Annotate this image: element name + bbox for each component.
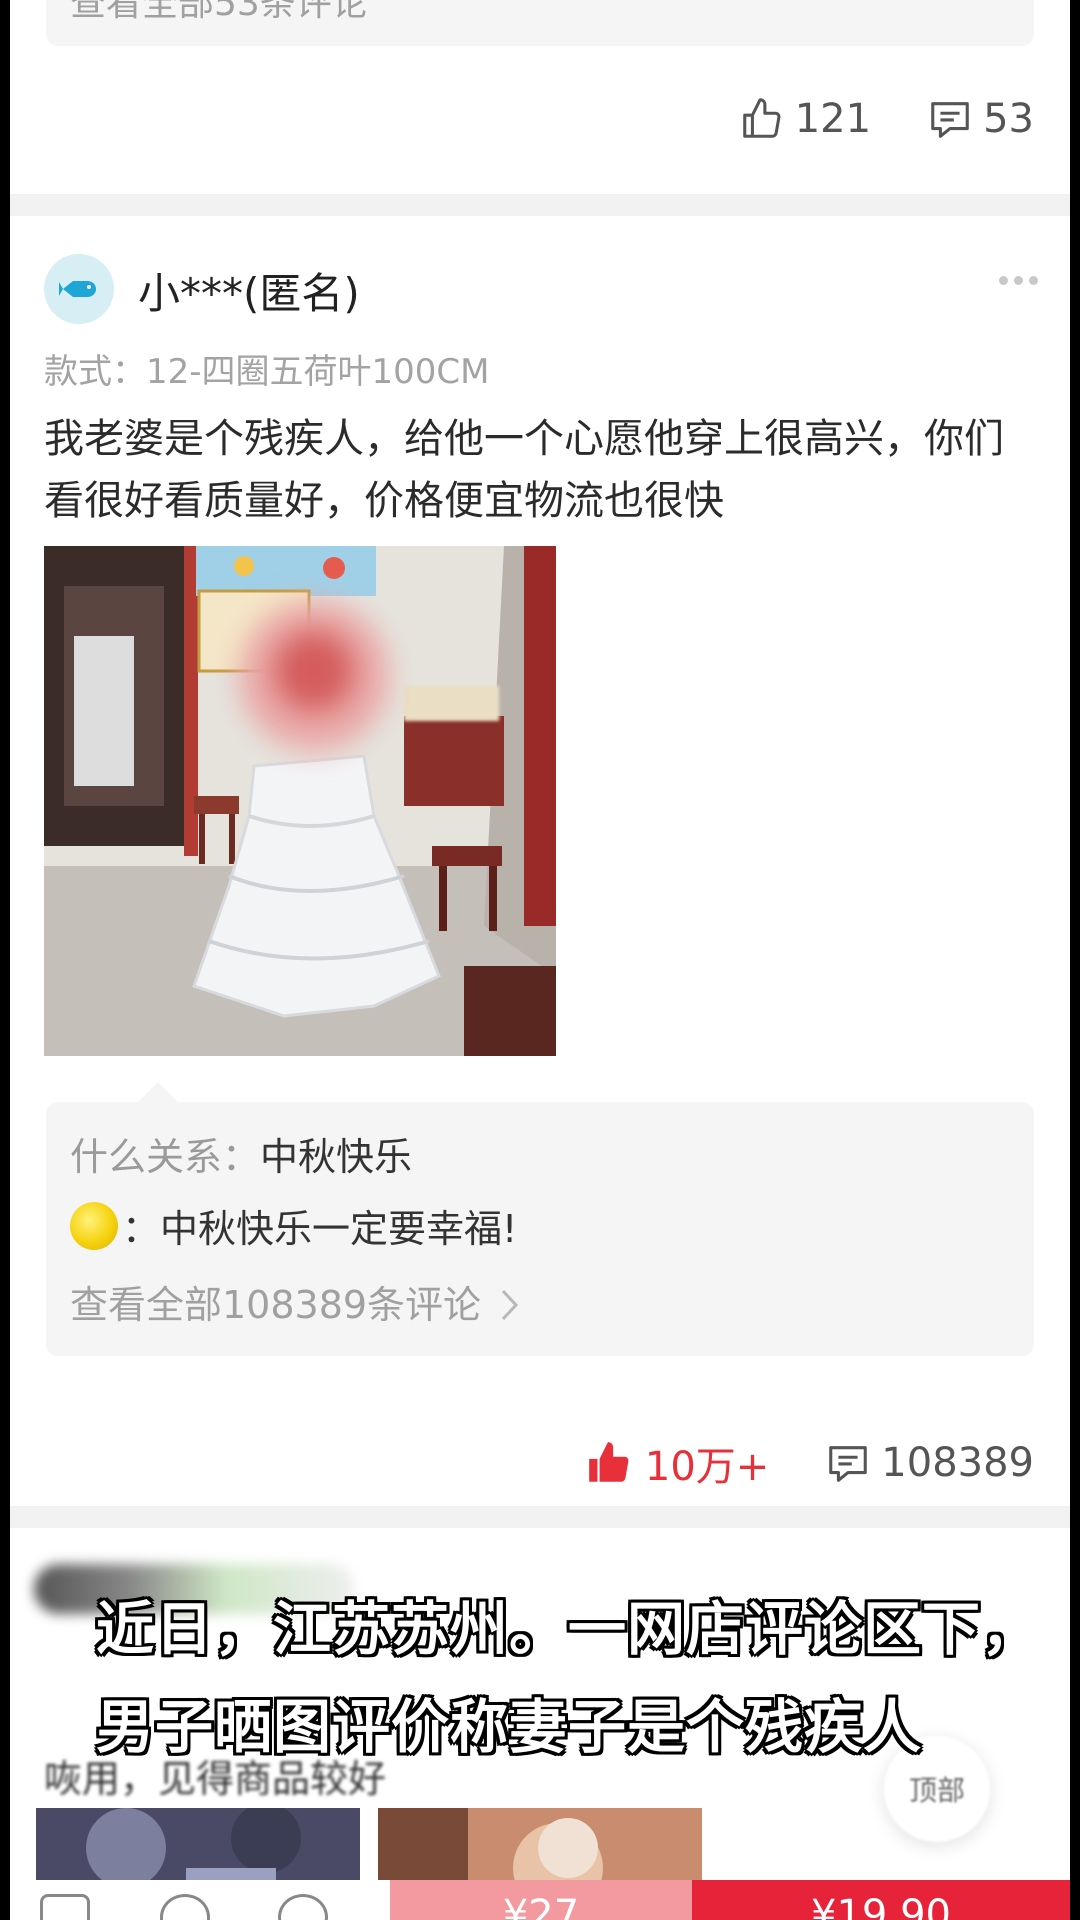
reply-author: 什么关系：: [70, 1135, 261, 1179]
reviewer-name: 小***(匿名): [138, 269, 360, 318]
subtitle-line-2: 男子晒图评价称妻子是个残疾人: [96, 1693, 923, 1761]
emoji-avatar-icon: [70, 1201, 118, 1250]
previous-review-card: 查看全部53条评论 121 53: [10, 0, 1070, 194]
buy-alt-button[interactable]: ¥27: [390, 1880, 692, 1920]
reply-text: 中秋快乐: [260, 1135, 413, 1179]
previous-review-stats: 121 53: [739, 96, 1034, 142]
back-to-top-label: 顶部: [908, 1774, 965, 1807]
review-card: 小***(匿名) 款式：12-四圈五荷叶100CM 我老婆是个残疾人，给他一个心…: [10, 216, 1070, 1506]
buy-now-price: ¥19.90: [811, 1892, 951, 1920]
reply-line-2: ： 中秋快乐一定要幸福!: [70, 1198, 517, 1253]
comment-count: 53: [983, 96, 1034, 142]
product-style: 款式：12-四圈五荷叶100CM: [44, 352, 490, 392]
comment-icon: [829, 1446, 868, 1482]
fish-icon: [59, 281, 96, 297]
subtitle-line-1: 近日，江苏苏州。一网店评论区下，: [96, 1595, 1041, 1663]
reply-pointer: [138, 1082, 178, 1102]
bottom-action-bar: ¥27 ¥19.90: [10, 1880, 1070, 1920]
like-count: 10万+: [644, 1444, 770, 1490]
store-icon[interactable]: [40, 1894, 90, 1920]
chevron-right-icon: [502, 1289, 519, 1321]
favorite-icon[interactable]: [160, 1894, 210, 1920]
reply-text: 中秋快乐一定要幸福!: [160, 1207, 518, 1251]
review-text: 我老婆是个残疾人，给他一个心愿他穿上很高兴，你们看很好看质量好，价格便宜物流也很…: [44, 416, 1004, 524]
like-count: 121: [794, 96, 872, 142]
comment-count: 108389: [881, 1440, 1034, 1486]
review-page: 查看全部53条评论 121 53 小***(匿名) 款式：12-四圈五荷叶100…: [10, 0, 1070, 1920]
previous-reply-box[interactable]: 查看全部53条评论: [46, 0, 1034, 46]
reply-separator: ：: [122, 1207, 161, 1251]
reply-line-1: 什么关系： 中秋快乐: [70, 1126, 412, 1181]
review-stats: 10万+ 108389: [585, 1434, 1034, 1492]
comment-button[interactable]: 108389: [825, 1440, 1034, 1486]
more-options-icon[interactable]: [999, 276, 1038, 285]
avatar[interactable]: [44, 254, 114, 324]
like-button[interactable]: 121: [739, 96, 871, 142]
thumb-up-filled-icon: [589, 1442, 629, 1482]
like-button[interactable]: 10万+: [585, 1434, 769, 1492]
view-all-comments-link[interactable]: 查看全部108389条评论: [70, 1274, 521, 1329]
buy-now-button[interactable]: ¥19.90: [692, 1880, 1070, 1920]
view-all-comments-link[interactable]: 查看全部53条评论: [70, 0, 368, 26]
review-photo[interactable]: [44, 546, 556, 1056]
thumb-up-icon: [742, 98, 781, 138]
comment-button[interactable]: 53: [927, 96, 1034, 142]
comment-icon: [931, 102, 969, 138]
buy-alt-price: ¥27: [502, 1892, 580, 1920]
reply-box[interactable]: 什么关系： 中秋快乐 ： 中秋快乐一定要幸福! 查看全部108389条评论: [46, 1102, 1034, 1356]
service-icon[interactable]: [278, 1894, 328, 1920]
view-all-label: 查看全部108389条评论: [70, 1283, 482, 1327]
